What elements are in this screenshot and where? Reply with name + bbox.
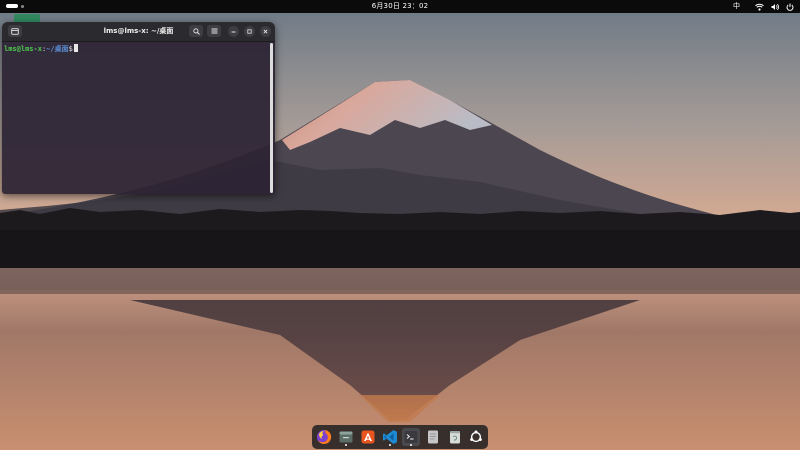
- top-bar: 6月30日 23：02 中: [0, 0, 800, 13]
- terminal-cursor: [73, 44, 78, 52]
- dock-item-show-apps[interactable]: [467, 428, 485, 446]
- show-apps-icon: [470, 430, 482, 443]
- dock-item-files[interactable]: [337, 428, 355, 446]
- prompt-symbol: $: [68, 45, 73, 53]
- maximize-button[interactable]: [244, 26, 255, 37]
- menu-button[interactable]: [207, 25, 221, 37]
- terminal-scrollbar[interactable]: [270, 43, 273, 193]
- vscode-icon: [383, 430, 397, 444]
- search-icon: [192, 27, 200, 35]
- terminal-icon: [404, 431, 418, 443]
- software-store-icon: [361, 430, 375, 444]
- terminal-output[interactable]: lms@lms-x:~/桌面$: [2, 42, 274, 194]
- text-editor-icon: [428, 430, 438, 444]
- search-button[interactable]: [189, 25, 203, 37]
- dock-item-app-center[interactable]: [359, 428, 377, 446]
- dock-item-terminal[interactable]: [402, 428, 420, 446]
- hamburger-menu-icon: [211, 28, 217, 34]
- wifi-icon: [755, 3, 764, 11]
- trash-icon: [450, 431, 460, 444]
- clock-button[interactable]: 6月30日 23：02: [0, 2, 800, 11]
- desktop-folder-icon[interactable]: [14, 14, 40, 22]
- dock-item-firefox[interactable]: [315, 428, 333, 446]
- dock-item-trash[interactable]: [446, 428, 464, 446]
- clock-label: 6月30日 23：02: [371, 2, 429, 10]
- dock: [312, 425, 488, 449]
- dock-item-vscode[interactable]: [381, 428, 399, 446]
- minimize-button[interactable]: [228, 26, 239, 37]
- files-icon: [339, 431, 353, 443]
- running-indicator: [389, 444, 391, 446]
- prompt-path: ~/桌面: [46, 45, 69, 53]
- firefox-icon: [317, 429, 332, 444]
- maximize-icon: [247, 29, 252, 34]
- dock-item-text-editor[interactable]: [424, 428, 442, 446]
- close-button[interactable]: [260, 26, 271, 37]
- close-icon: [263, 29, 268, 34]
- running-indicator: [410, 444, 412, 446]
- minimize-icon: [231, 31, 236, 33]
- power-icon: [786, 3, 794, 11]
- prompt-user: lms@lms-x: [4, 45, 42, 53]
- running-indicator: [345, 444, 347, 446]
- volume-icon: [771, 3, 779, 10]
- input-method-indicator[interactable]: 中: [733, 1, 740, 12]
- terminal-window[interactable]: lms@lms-x: ~/桌面 lms@lms-x:~/桌面$: [2, 22, 275, 194]
- terminal-header-bar[interactable]: lms@lms-x: ~/桌面: [2, 22, 275, 42]
- desktop: 6月30日 23：02 中 lms@lms-x: ~/桌面 lms@lms-x:…: [0, 0, 800, 450]
- system-tray[interactable]: 中: [733, 1, 794, 12]
